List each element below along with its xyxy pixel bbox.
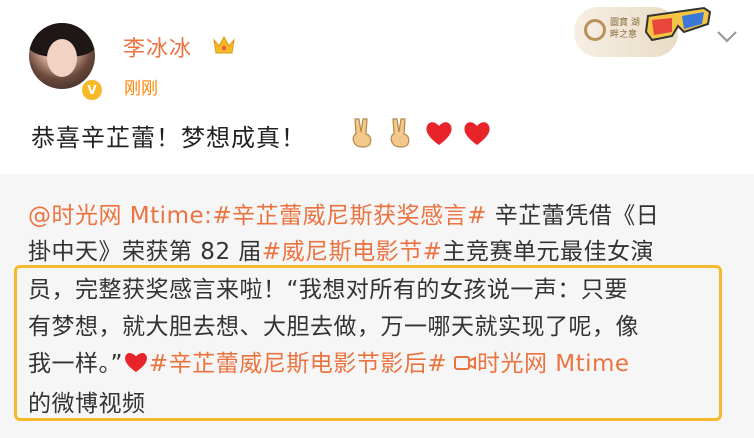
red-heart-emoji-icon <box>464 122 490 145</box>
repost-line-1: @时光网 Mtime:#辛芷蕾威尼斯获奖感言# 辛芷蕾凭借《日 <box>28 203 660 229</box>
post-text: 恭喜辛芷蕾！梦想成真！ <box>31 124 306 152</box>
mention-link[interactable]: @时光网 Mtime <box>28 203 204 229</box>
red-heart-emoji-icon <box>426 122 452 145</box>
crown-icon <box>213 35 235 54</box>
victory-hand-emoji-icon <box>390 118 410 148</box>
repost-line-4: 有梦想，就大胆去想、大胆去做，万一哪天就实现了呢，像 <box>28 314 639 340</box>
weibo-post: V 李冰冰 刚刚 圖寶 湖畔之意 恭喜辛芷蕾！梦想成真！ @时光网 Mtime:… <box>0 0 754 438</box>
victory-hand-emoji-icon <box>352 118 372 148</box>
repost-line-3: 员，完整获奖感言来啦！“我想对所有的女孩说一声：只要 <box>28 277 628 303</box>
repost-line-6: 的微博视频 <box>28 391 146 417</box>
video-source-link[interactable]: 时光网 Mtime <box>477 351 630 377</box>
repost-card[interactable]: @时光网 Mtime:#辛芷蕾威尼斯获奖感言# 辛芷蕾凭借《日 掛中天》荣获第 … <box>0 174 754 438</box>
repost-line-5: 我一样。” #辛芷蕾威尼斯电影节影后# 时光网 Mtime <box>28 351 630 377</box>
username[interactable]: 李冰冰 <box>123 31 192 63</box>
hashtag-link[interactable]: #辛芷蕾威尼斯电影节影后# <box>149 351 447 377</box>
timestamp: 刚刚 <box>124 79 158 99</box>
3d-glasses-icon <box>644 6 712 42</box>
ring-icon <box>584 19 606 41</box>
red-heart-icon <box>124 353 147 372</box>
repost-line-2: 掛中天》荣获第 82 届#威尼斯电影节#主竞赛单元最佳女演 <box>28 239 654 265</box>
verified-badge-icon: V <box>80 78 104 102</box>
hashtag-link[interactable]: #辛芷蕾威尼斯获奖感言# <box>212 203 487 229</box>
brand-badge-text: 圖寶 湖畔之意 <box>610 18 640 40</box>
hashtag-link[interactable]: #威尼斯电影节# <box>262 239 443 265</box>
chevron-down-icon[interactable] <box>716 30 738 44</box>
video-icon[interactable] <box>453 353 477 373</box>
